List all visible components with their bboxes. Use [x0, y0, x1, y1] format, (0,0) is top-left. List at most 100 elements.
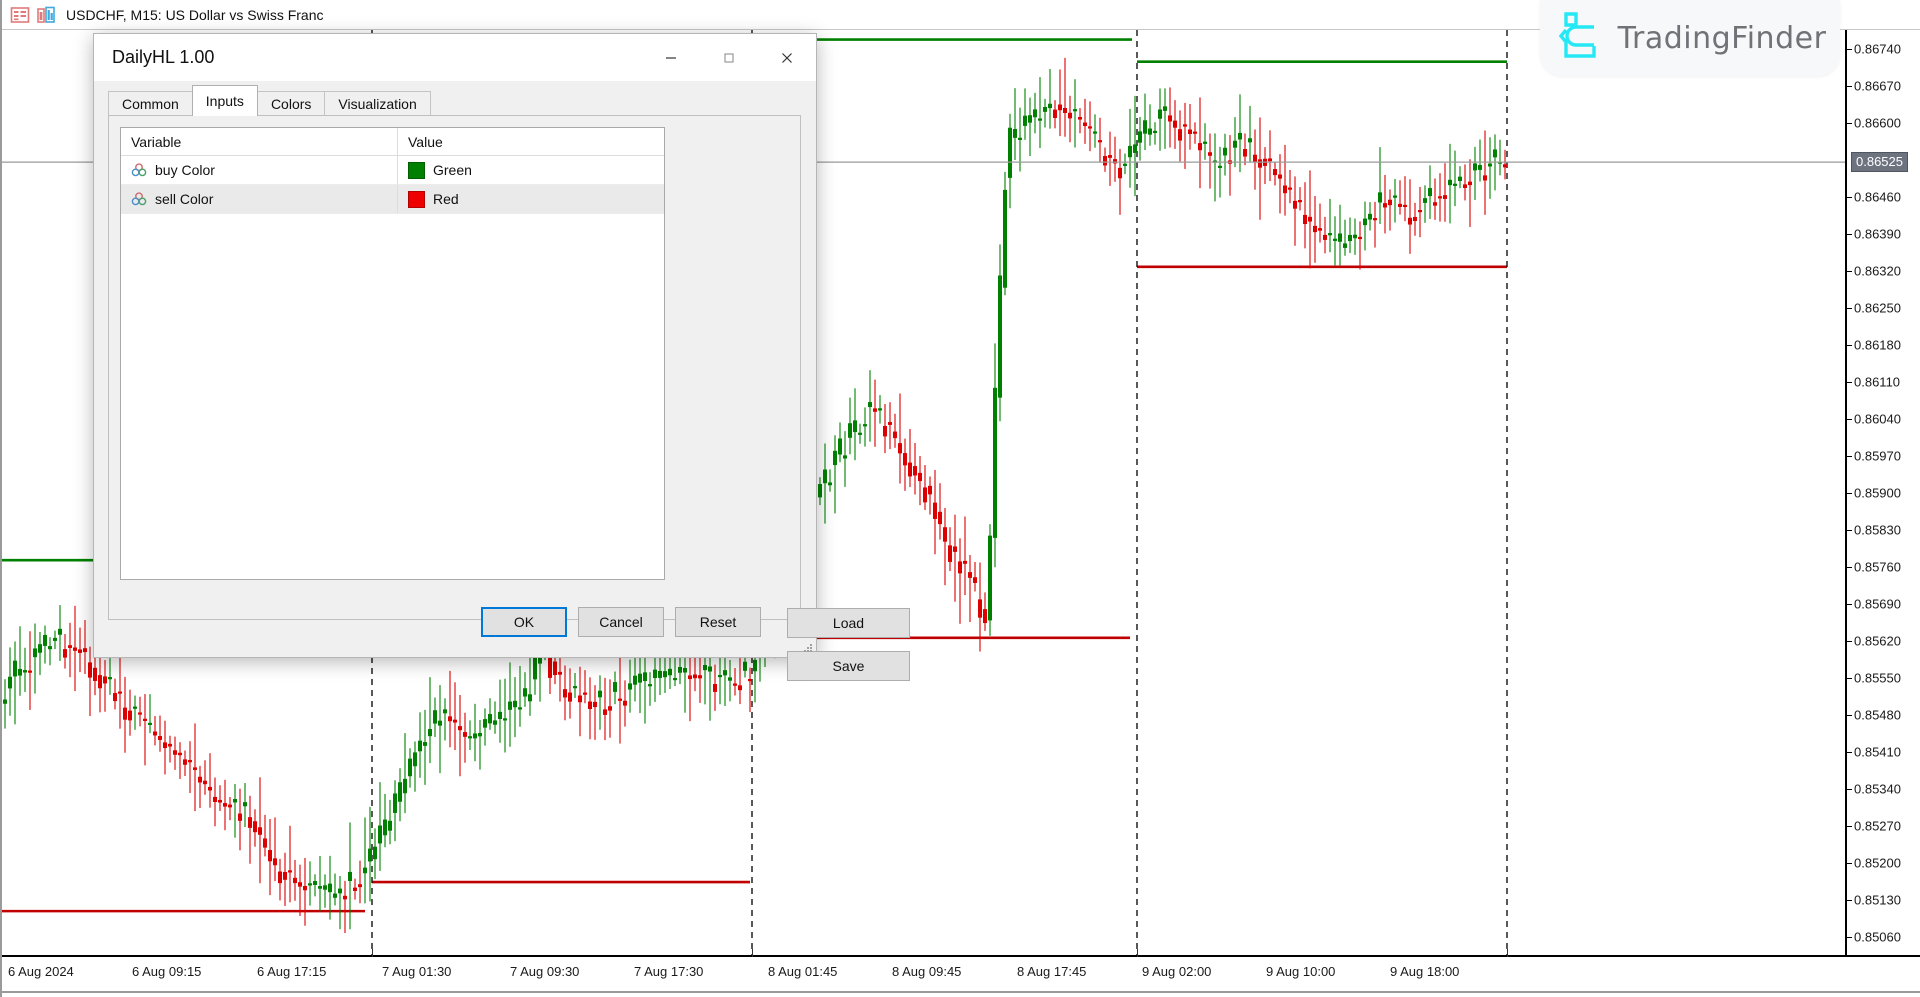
time-axis[interactable]: 6 Aug 20246 Aug 09:156 Aug 17:157 Aug 01… [2, 955, 1920, 997]
color-swatch [408, 162, 425, 179]
candle-body [83, 648, 86, 651]
cancel-button[interactable]: Cancel [578, 607, 664, 637]
candle-body [738, 686, 741, 690]
candle-body [313, 881, 316, 884]
close-button[interactable] [758, 34, 816, 81]
tab-common[interactable]: Common [108, 91, 193, 116]
candle-body [748, 679, 751, 681]
price-tick-label: 0.86740 [1854, 41, 1901, 56]
candle-body [108, 677, 111, 679]
candle-body [1383, 203, 1386, 207]
candle-body [968, 572, 971, 577]
inputs-grid[interactable]: Variable Value bu [120, 127, 665, 580]
candle-body [133, 707, 136, 709]
tab-colors-label: Colors [271, 96, 311, 112]
candle-body [643, 673, 646, 681]
candle-body [1408, 218, 1411, 224]
candle-body [1153, 131, 1156, 133]
candle-body [368, 849, 371, 861]
candle-body [913, 466, 916, 475]
tab-inputs[interactable]: Inputs [192, 85, 258, 116]
price-tick [1847, 271, 1852, 272]
candle-body [423, 742, 426, 745]
tab-inputs-label: Inputs [206, 93, 244, 109]
price-tick [1847, 678, 1852, 679]
price-tick-label: 0.86390 [1854, 226, 1901, 241]
value-cell[interactable]: Green [398, 156, 664, 184]
tab-visualization[interactable]: Visualization [324, 91, 430, 116]
candle-body [1243, 149, 1246, 156]
candle-body [1008, 128, 1011, 178]
candle-body [273, 859, 276, 865]
candle-body [1503, 165, 1506, 167]
candle-body [623, 701, 626, 705]
table-row[interactable]: sell Color Red [121, 185, 664, 214]
candle-body [153, 732, 156, 735]
price-tick [1847, 86, 1852, 87]
tab-colors[interactable]: Colors [257, 91, 325, 116]
price-axis[interactable]: 0.867400.866700.866000.864600.863900.863… [1845, 30, 1920, 955]
candle-body [413, 753, 416, 766]
candle-body [148, 723, 151, 725]
candle-body [888, 422, 891, 424]
price-tick [1847, 456, 1852, 457]
color-variable-icon [131, 192, 147, 206]
candle-body [1453, 184, 1456, 186]
candle-body [853, 421, 856, 432]
minimize-button[interactable] [642, 34, 700, 81]
candle-body [38, 644, 41, 652]
column-header-variable: Variable [121, 128, 398, 155]
candle-body [718, 675, 721, 677]
inputs-tab-panel: Variable Value bu [108, 115, 801, 620]
candle-body [848, 424, 851, 438]
candle-body [588, 702, 591, 709]
price-tick [1847, 900, 1852, 901]
candle-body [378, 826, 381, 843]
candle-body [878, 409, 881, 411]
price-tick-label: 0.85690 [1854, 596, 1901, 611]
dialog-titlebar[interactable]: DailyHL 1.00 [94, 34, 816, 81]
candle-body [1203, 142, 1206, 144]
variable-name: buy Color [155, 162, 215, 178]
maximize-button[interactable] [700, 34, 758, 81]
value-cell[interactable]: Red [398, 185, 664, 213]
candle-body [1493, 150, 1496, 157]
dialog-tabstrip: Common Inputs Colors Visualization [108, 85, 430, 116]
bar-chart-icon[interactable] [36, 6, 56, 24]
candle-body [448, 717, 451, 721]
axis-baseline [2, 991, 1920, 993]
candle-body [1128, 146, 1131, 157]
candle-body [978, 600, 981, 618]
candle-body [908, 463, 911, 476]
properties-icon[interactable] [10, 6, 30, 24]
color-variable-icon [131, 163, 147, 177]
candle-body [1218, 166, 1221, 168]
candle-body [253, 822, 256, 832]
price-tick-label: 0.85970 [1854, 448, 1901, 463]
candle-body [633, 676, 636, 684]
candle-body [328, 884, 331, 892]
candle-body [1043, 107, 1046, 111]
symbol-label: USDCHF, M15: US Dollar vs Swiss Franc [66, 7, 324, 23]
tab-visualization-label: Visualization [338, 96, 416, 112]
candle-body [1448, 180, 1451, 185]
candle-body [743, 662, 746, 670]
time-tick-label: 6 Aug 17:15 [257, 964, 326, 979]
candle-body [1303, 215, 1306, 224]
resize-grip[interactable] [801, 642, 813, 654]
price-tick [1847, 345, 1852, 346]
candle-body [303, 886, 306, 890]
candle-body [1393, 196, 1396, 198]
candle-body [403, 779, 406, 793]
ok-button[interactable]: OK [481, 607, 567, 637]
time-tick-label: 7 Aug 17:30 [634, 964, 703, 979]
candle-body [1248, 139, 1251, 142]
reset-button[interactable]: Reset [675, 607, 761, 637]
time-tick [1507, 949, 1508, 957]
candle-body [98, 675, 101, 688]
indicator-properties-dialog[interactable]: DailyHL 1.00 [93, 33, 817, 658]
candle-body [578, 696, 581, 702]
candle-body [1443, 195, 1446, 198]
table-row[interactable]: buy Color Green [121, 156, 664, 185]
candle-body [678, 667, 681, 672]
